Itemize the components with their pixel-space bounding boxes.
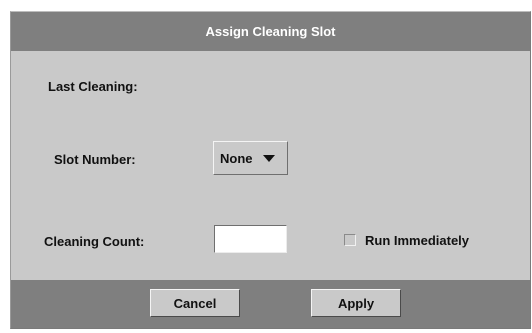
cancel-button-label: Cancel bbox=[173, 295, 217, 311]
run-immediately-label[interactable]: Run Immediately bbox=[365, 233, 469, 248]
dialog-title: Assign Cleaning Slot bbox=[205, 24, 336, 39]
slot-number-value: None bbox=[220, 150, 253, 166]
cleaning-count-label: Cleaning Count: bbox=[44, 234, 145, 249]
assign-cleaning-slot-dialog: Assign Cleaning Slot Last Cleaning: Slot… bbox=[10, 11, 531, 329]
chevron-down-icon bbox=[262, 154, 275, 162]
dialog-footer: Cancel Apply bbox=[11, 280, 530, 328]
slot-number-label: Slot Number: bbox=[54, 152, 136, 167]
slot-number-dropdown[interactable]: None bbox=[213, 141, 288, 175]
last-cleaning-label: Last Cleaning: bbox=[48, 79, 138, 94]
apply-button[interactable]: Apply bbox=[311, 289, 401, 317]
cleaning-count-input[interactable] bbox=[214, 225, 287, 253]
apply-button-label: Apply bbox=[337, 295, 375, 311]
run-immediately-checkbox[interactable] bbox=[344, 234, 356, 246]
cancel-button[interactable]: Cancel bbox=[150, 289, 240, 317]
dialog-titlebar: Assign Cleaning Slot bbox=[11, 12, 530, 51]
